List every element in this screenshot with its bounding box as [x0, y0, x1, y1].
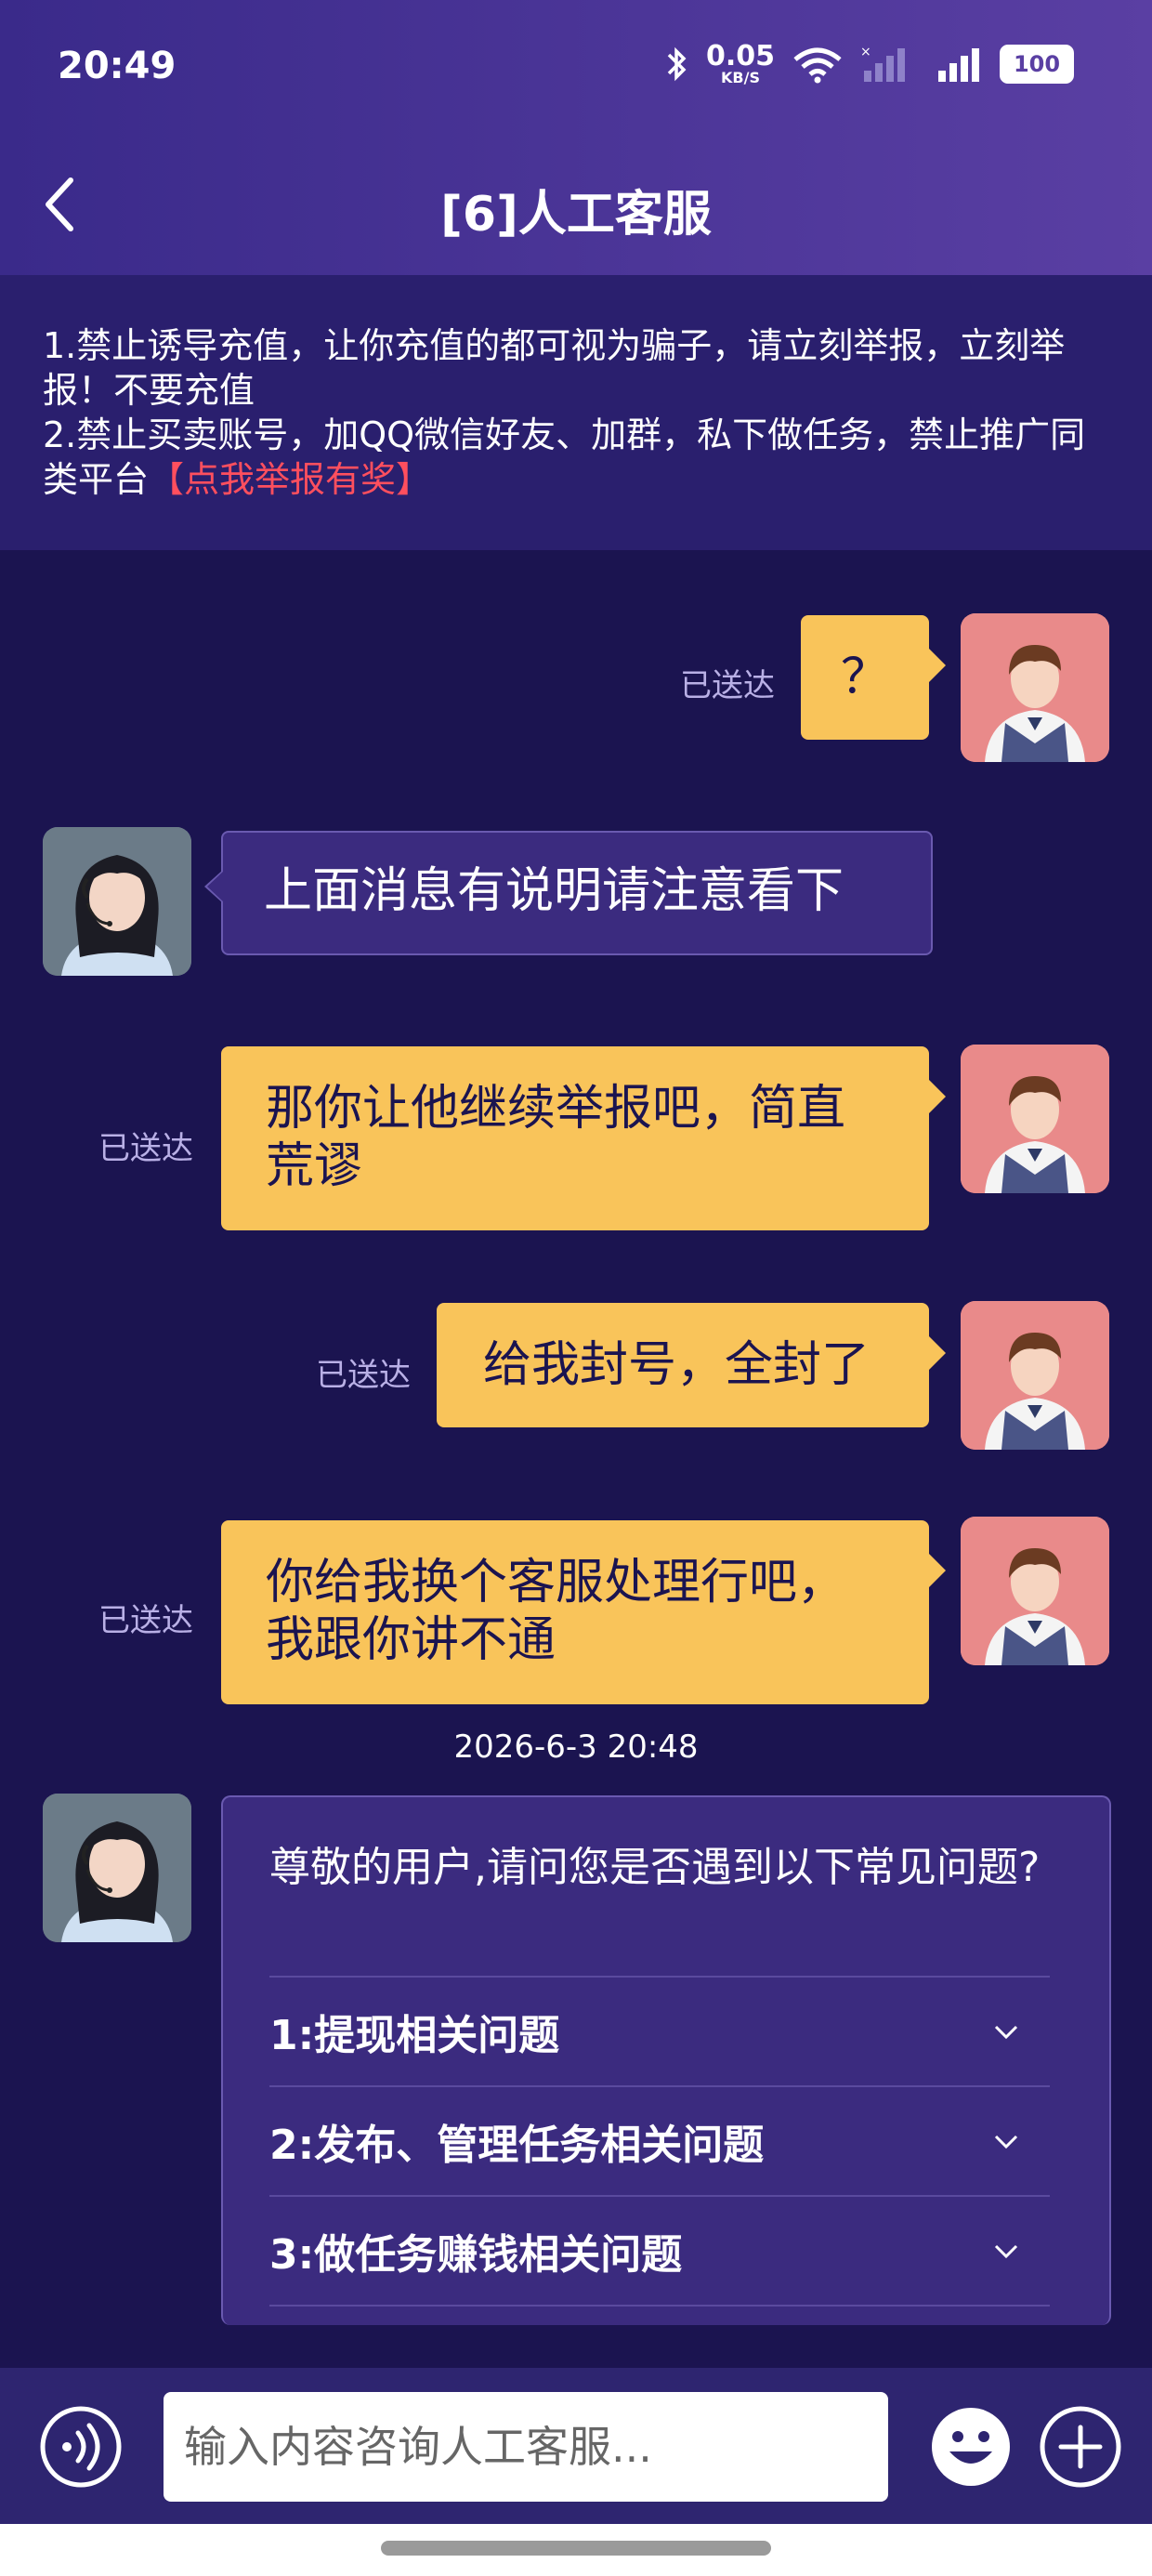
bluetooth-icon	[667, 46, 687, 82]
status-bar: 20:49 0.05 KB/S × 100	[0, 0, 1152, 130]
voice-input-icon[interactable]	[39, 2405, 123, 2489]
user-avatar[interactable]	[961, 613, 1109, 762]
plus-icon[interactable]	[1039, 2405, 1122, 2489]
agent-avatar[interactable]	[43, 827, 191, 976]
faq-item-label: 3:做任务赚钱相关问题	[269, 2231, 683, 2279]
faq-item[interactable]: 3:做任务赚钱相关问题	[269, 2195, 1050, 2305]
faq-card: 尊敬的用户,请问您是否遇到以下常见问题? 1:提现相关问题 2:发布、管理任务相…	[221, 1795, 1111, 2325]
faq-divider	[269, 2305, 1050, 2307]
sent-status: 已送达	[98, 1602, 193, 1639]
sent-status: 已送达	[316, 1357, 411, 1394]
nav-bar: [6]人工客服	[0, 149, 1152, 260]
net-speed-value: 0.05	[705, 40, 775, 72]
signal-empty-icon: ×	[860, 45, 905, 82]
chevron-down-icon	[994, 2135, 1018, 2149]
status-time: 20:49	[58, 45, 177, 87]
status-icons: 0.05 KB/S × 100	[665, 43, 1074, 85]
sent-status: 已送达	[680, 667, 775, 704]
notice-line-1: 1.禁止诱导充值，让你充值的都可视为骗子，请立刻举报，立刻举报！不要充值	[43, 325, 1066, 411]
battery-indicator: 100	[1000, 45, 1074, 84]
emoji-icon[interactable]	[927, 2403, 1015, 2491]
home-indicator-bar[interactable]	[381, 2541, 771, 2556]
user-message-bubble: 给我封号，全封了	[437, 1303, 946, 1427]
user-avatar[interactable]	[961, 1045, 1109, 1193]
user-avatar[interactable]	[961, 1301, 1109, 1450]
chevron-down-icon	[994, 2244, 1018, 2259]
faq-question: 尊敬的用户,请问您是否遇到以下常见问题?	[269, 1844, 1041, 1891]
user-message-bubble: 那你让他继续举报吧，简直荒谬	[221, 1046, 946, 1230]
faq-item-label: 1:提现相关问题	[269, 2012, 560, 2059]
wifi-icon	[793, 47, 842, 84]
notice-text: 1.禁止诱导充值，让你充值的都可视为骗子，请立刻举报，立刻举报！不要充值 2.禁…	[43, 323, 1111, 502]
net-speed: 0.05 KB/S	[706, 43, 775, 85]
faq-item[interactable]: 2:发布、管理任务相关问题	[269, 2085, 1050, 2195]
svg-text:×: ×	[860, 45, 871, 59]
message-timestamp: 2026-6-3 20:48	[453, 1728, 699, 1766]
page-title: [6]人工客服	[440, 187, 712, 243]
faq-item[interactable]: 1:提现相关问题	[269, 1976, 1050, 2085]
chevron-down-icon	[994, 2025, 1018, 2040]
user-message-bubble: ？	[801, 615, 946, 740]
input-bar	[0, 2368, 1152, 2524]
user-message-bubble: 你给我换个客服处理行吧，我跟你讲不通	[221, 1520, 946, 1704]
user-avatar[interactable]	[961, 1517, 1109, 1665]
signal-5g-icon	[938, 48, 979, 82]
report-link[interactable]: 【点我举报有奖】	[149, 459, 431, 500]
agent-message-bubble: 上面消息有说明请注意看下	[204, 831, 933, 955]
notice-banner: 1.禁止诱导充值，让你充值的都可视为骗子，请立刻举报，立刻举报！不要充值 2.禁…	[0, 275, 1152, 550]
message-input[interactable]	[164, 2392, 888, 2502]
sent-status: 已送达	[98, 1130, 193, 1167]
net-speed-unit: KB/S	[721, 69, 760, 86]
agent-avatar[interactable]	[43, 1794, 191, 1942]
home-indicator	[0, 2524, 1152, 2576]
header: 20:49 0.05 KB/S × 100 [6]人工客服	[0, 0, 1152, 275]
faq-item-label: 2:发布、管理任务相关问题	[269, 2122, 765, 2169]
